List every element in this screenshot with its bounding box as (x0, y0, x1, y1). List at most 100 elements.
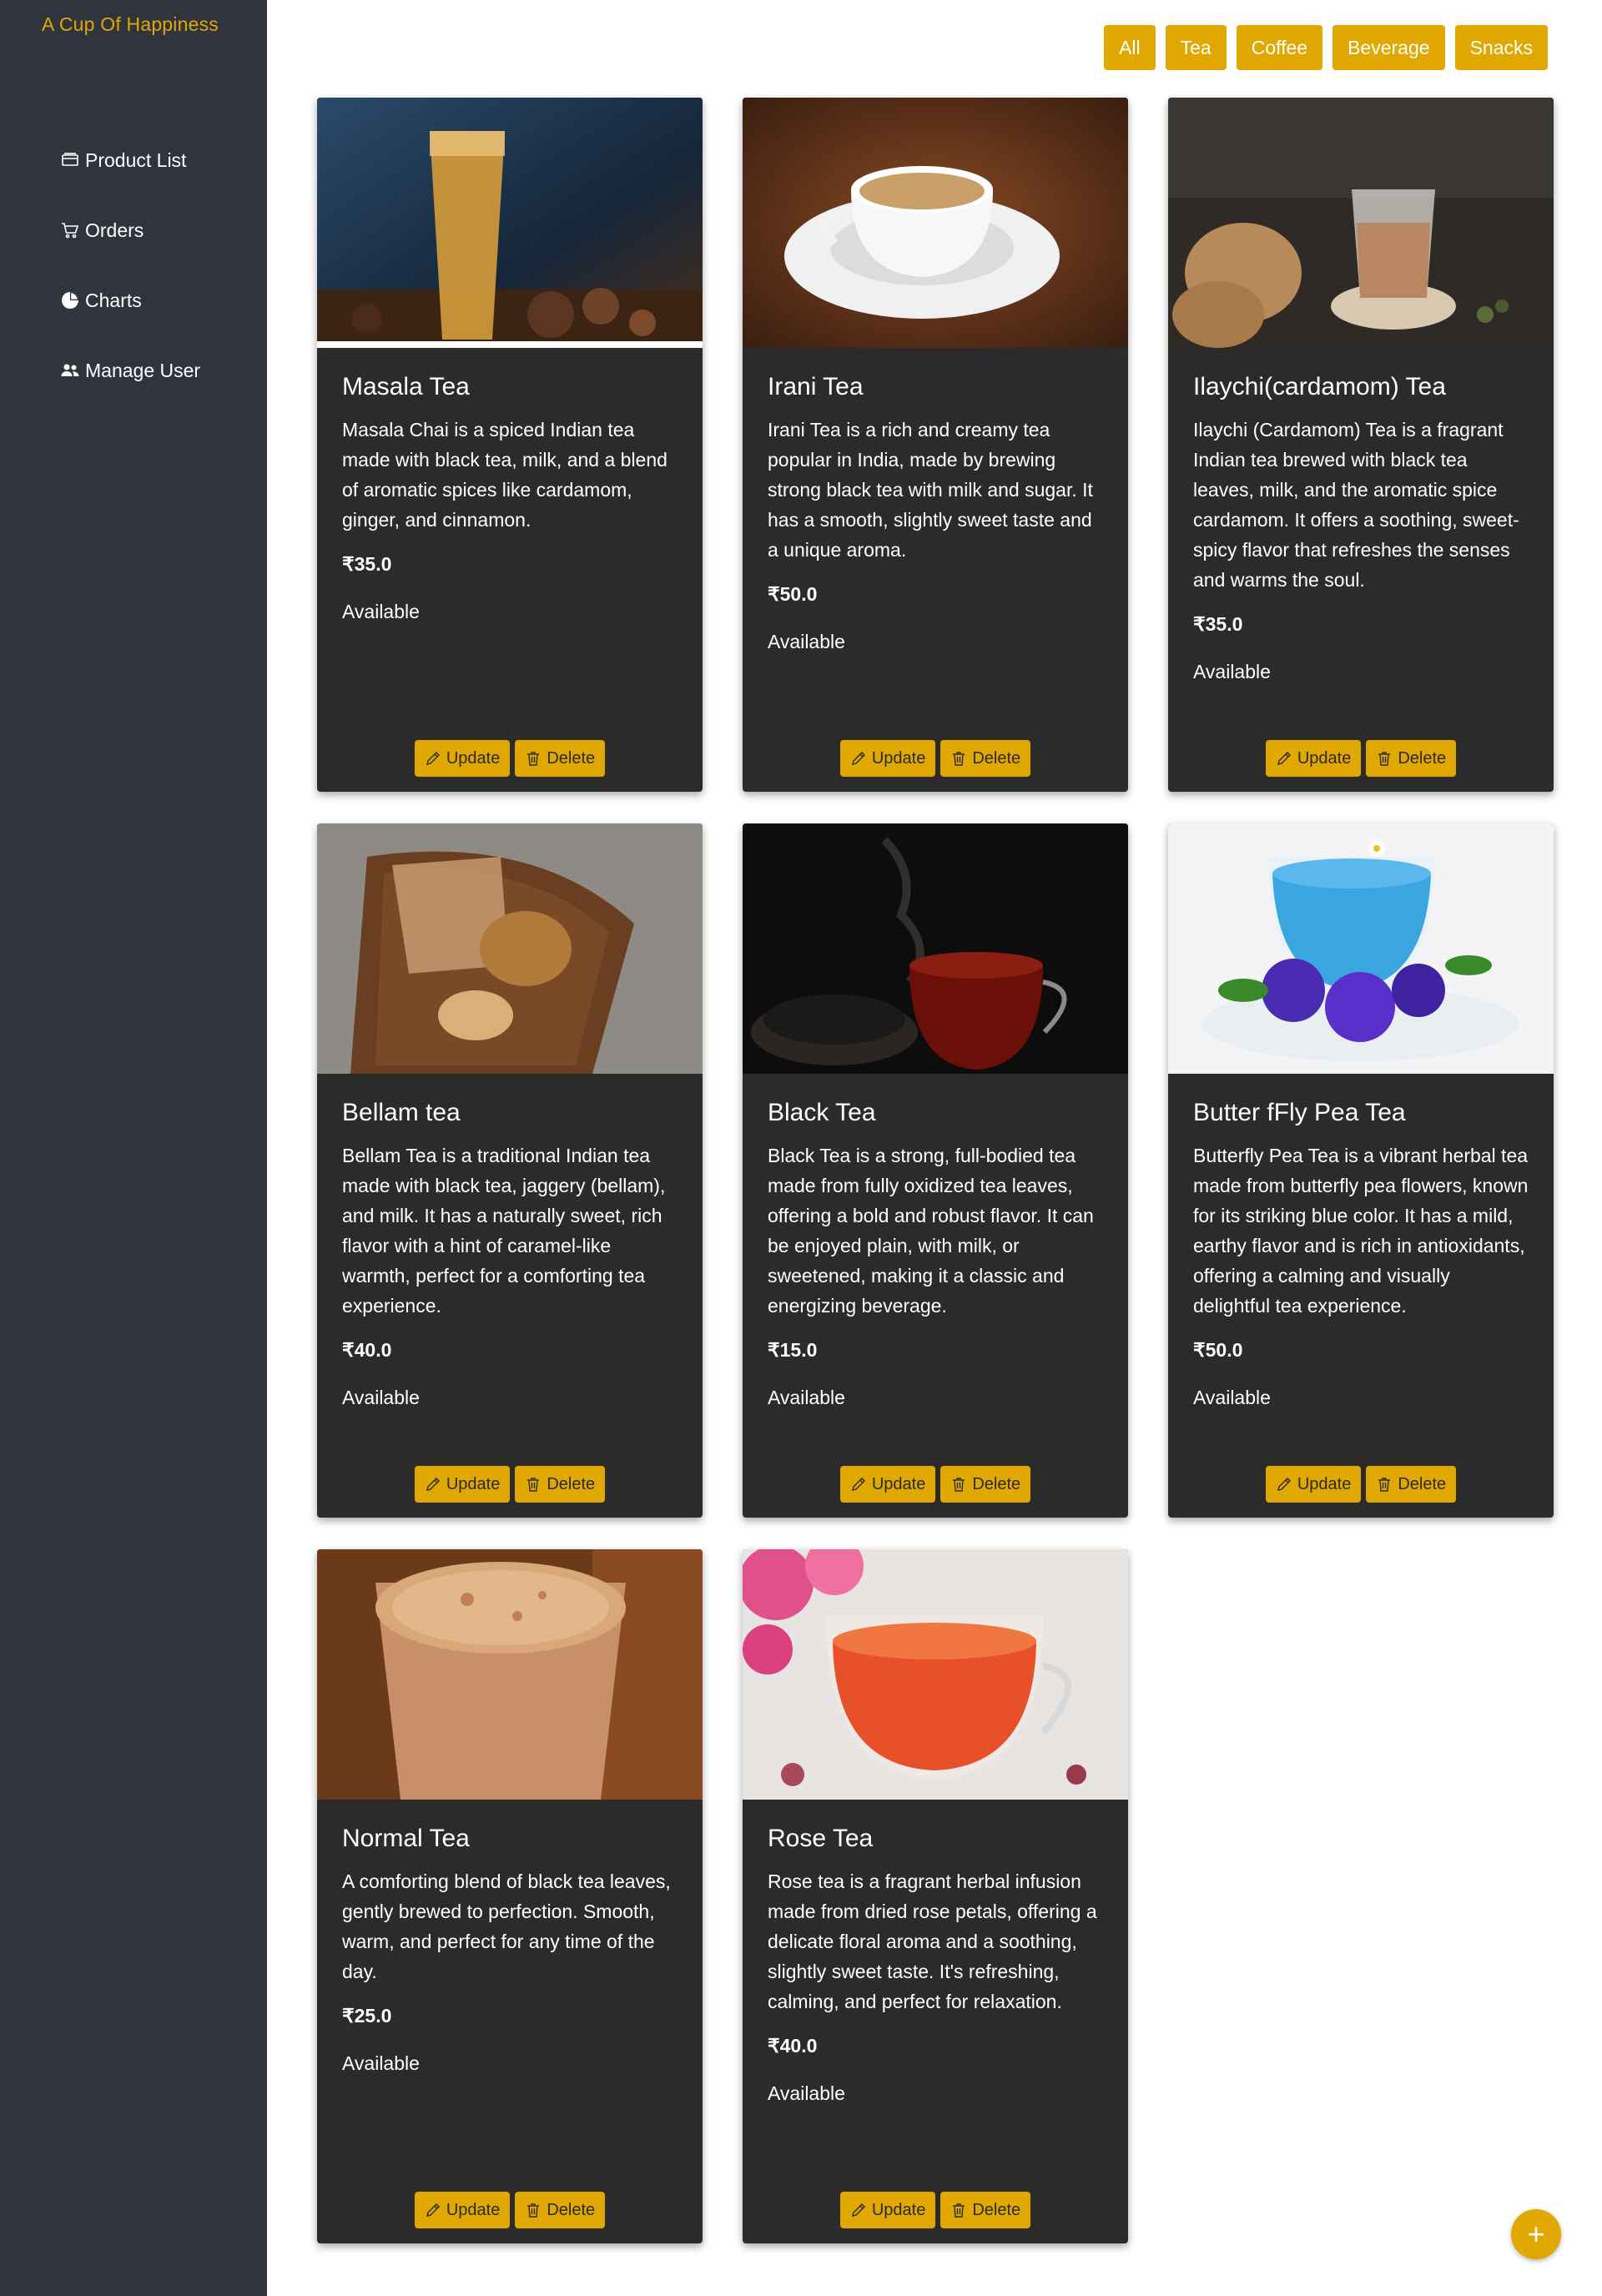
update-button[interactable]: Update (839, 2192, 936, 2228)
card-actions: Update Delete (743, 2192, 1128, 2228)
product-image (317, 98, 703, 348)
card-actions: Update Delete (743, 1466, 1128, 1503)
update-label: Update (446, 1474, 501, 1493)
delete-label: Delete (972, 1474, 1021, 1493)
update-label: Update (1297, 748, 1352, 768)
product-status: Available (1193, 1387, 1271, 1408)
product-status: Available (342, 2052, 420, 2074)
sidebar-item-charts[interactable]: Charts (60, 265, 200, 335)
product-image (743, 1549, 1128, 1800)
delete-label: Delete (972, 2200, 1021, 2219)
filter-tea-button[interactable]: Tea (1165, 25, 1227, 70)
product-card: Black Tea Black Tea is a strong, full-bo… (743, 823, 1128, 1518)
card-actions: Update Delete (317, 2192, 703, 2228)
sidebar-item-product-list[interactable]: Product List (60, 125, 200, 195)
update-label: Update (1297, 1474, 1352, 1493)
delete-button[interactable]: Delete (940, 1466, 1031, 1503)
delete-button[interactable]: Delete (1366, 740, 1457, 777)
update-label: Update (871, 2200, 926, 2219)
product-status: Available (768, 2082, 845, 2104)
product-image (1168, 823, 1554, 1074)
product-image (743, 823, 1128, 1074)
sidebar-item-label: Product List (85, 149, 187, 171)
product-card: Masala Tea Masala Chai is a spiced India… (317, 98, 703, 792)
pencil-icon (1277, 752, 1291, 765)
product-price: ₹35.0 (342, 553, 392, 575)
sidebar-nav: Product List Orders Charts Manage User (60, 125, 200, 405)
update-label: Update (446, 748, 501, 768)
trash-icon (527, 752, 540, 766)
trash-icon (527, 1478, 540, 1492)
delete-button[interactable]: Delete (515, 2192, 606, 2228)
update-label: Update (446, 2200, 501, 2219)
product-price: ₹40.0 (768, 2035, 818, 2057)
update-button[interactable]: Update (839, 1466, 936, 1503)
delete-button[interactable]: Delete (940, 2192, 1031, 2228)
add-product-button[interactable]: + (1511, 2209, 1561, 2259)
product-description: Bellam Tea is a traditional Indian tea m… (342, 1145, 666, 1317)
trash-icon (1378, 752, 1391, 766)
pencil-icon (426, 1478, 440, 1491)
product-image (317, 823, 703, 1074)
sidebar-item-label: Charts (85, 289, 142, 311)
product-price: ₹15.0 (768, 1339, 818, 1361)
delete-button[interactable]: Delete (940, 740, 1031, 777)
pencil-icon (851, 1478, 865, 1491)
delete-button[interactable]: Delete (1366, 1466, 1457, 1503)
list-icon (62, 153, 78, 166)
product-name: Ilaychi(cardamom) Tea (1193, 373, 1446, 400)
trash-icon (953, 2203, 965, 2218)
delete-button[interactable]: Delete (515, 740, 606, 777)
product-card: Rose Tea Rose tea is a fragrant herbal i… (743, 1549, 1128, 2243)
product-price: ₹40.0 (342, 1339, 392, 1361)
product-image (317, 1549, 703, 1800)
pencil-icon (426, 752, 440, 765)
card-actions: Update Delete (317, 1466, 703, 1503)
trash-icon (527, 2203, 540, 2218)
product-card: Irani Tea Irani Tea is a rich and creamy… (743, 98, 1128, 792)
update-button[interactable]: Update (414, 2192, 511, 2228)
filter-beverage-button[interactable]: Beverage (1332, 25, 1445, 70)
card-actions: Update Delete (317, 740, 703, 777)
card-actions: Update Delete (1168, 1466, 1554, 1503)
product-card: Bellam tea Bellam Tea is a traditional I… (317, 823, 703, 1518)
product-grid: Masala Tea Masala Chai is a spiced India… (317, 98, 1554, 2243)
product-card: Butter fFly Pea Tea Butterfly Pea Tea is… (1168, 823, 1554, 1518)
product-name: Rose Tea (768, 1825, 874, 1852)
filter-snacks-button[interactable]: Snacks (1454, 25, 1548, 70)
pencil-icon (851, 752, 865, 765)
update-label: Update (871, 1474, 926, 1493)
filter-coffee-button[interactable]: Coffee (1236, 25, 1323, 70)
brand-title[interactable]: A Cup Of Happiness (42, 13, 219, 36)
sidebar-item-orders[interactable]: Orders (60, 195, 200, 265)
product-status: Available (1193, 661, 1271, 682)
update-button[interactable]: Update (1265, 740, 1362, 777)
product-name: Black Tea (768, 1099, 876, 1126)
users-icon (61, 364, 79, 376)
update-button[interactable]: Update (839, 740, 936, 777)
product-name: Bellam tea (342, 1099, 461, 1126)
update-button[interactable]: Update (414, 1466, 511, 1503)
product-price: ₹50.0 (1193, 1339, 1243, 1361)
product-status: Available (768, 631, 845, 652)
product-description: Masala Chai is a spiced Indian tea made … (342, 419, 668, 531)
category-filters: All Tea Coffee Beverage Snacks (1104, 25, 1548, 70)
sidebar-item-label: Manage User (85, 359, 201, 381)
product-image (743, 98, 1128, 348)
delete-label: Delete (547, 748, 596, 768)
product-name: Butter fFly Pea Tea (1193, 1099, 1406, 1126)
sidebar-item-manage-user[interactable]: Manage User (60, 335, 200, 405)
trash-icon (953, 1478, 965, 1492)
sidebar-item-label: Orders (85, 219, 144, 241)
delete-button[interactable]: Delete (515, 1466, 606, 1503)
filter-all-button[interactable]: All (1104, 25, 1156, 70)
update-button[interactable]: Update (414, 740, 511, 777)
update-button[interactable]: Update (1265, 1466, 1362, 1503)
card-actions: Update Delete (743, 740, 1128, 777)
product-image (1168, 98, 1554, 348)
delete-label: Delete (547, 2200, 596, 2219)
product-description: A comforting blend of black tea leaves, … (342, 1871, 671, 1982)
trash-icon (1378, 1478, 1391, 1492)
product-description: Irani Tea is a rich and creamy tea popul… (768, 419, 1093, 561)
delete-label: Delete (972, 748, 1021, 768)
